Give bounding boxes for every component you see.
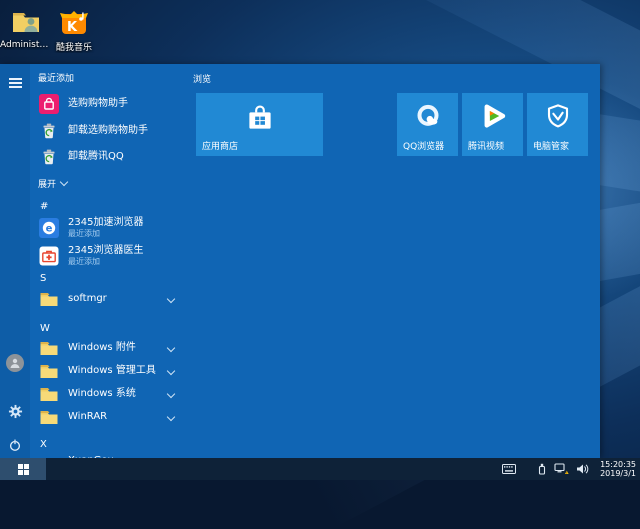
app-list-item[interactable]: Windows 系统 <box>30 382 188 405</box>
start-menu-rail <box>0 64 30 458</box>
desktop-icon-label: Administra... <box>0 40 52 50</box>
network-warning-icon[interactable] <box>554 458 569 480</box>
uninstall-icon <box>38 146 60 168</box>
shopping-bag-icon <box>38 93 60 115</box>
chevron-down-icon[interactable] <box>166 412 176 421</box>
tiles-area: 浏览 应用商店 QQ浏览器 腾讯视频 电脑管家 <box>188 64 600 458</box>
folder-icon <box>38 360 60 382</box>
kuwo-music-icon: K <box>58 6 90 38</box>
tile-group-title[interactable]: 浏览 <box>193 72 211 85</box>
chevron-down-icon[interactable] <box>166 343 176 352</box>
pc-manager-icon <box>527 101 588 131</box>
clock-date: 2019/3/1 <box>600 469 636 478</box>
tile-pc-manager[interactable]: 电脑管家 <box>527 93 588 156</box>
usb-device-icon[interactable] <box>537 458 547 480</box>
desktop-icon-administrator[interactable]: Administra... <box>0 6 52 50</box>
user-account-button[interactable] <box>0 350 30 376</box>
chevron-down-icon[interactable] <box>166 294 176 304</box>
avatar <box>6 354 24 372</box>
app-list-item[interactable]: 2345浏览器医生 最近添加 <box>30 242 188 270</box>
chevron-down-icon[interactable] <box>166 389 176 398</box>
section-letter-header[interactable]: S <box>30 272 188 286</box>
windows-logo-icon <box>17 463 29 475</box>
app-item-label: WinRAR <box>68 410 108 422</box>
tile-label: 腾讯视频 <box>468 142 505 152</box>
uninstall-icon <box>38 120 60 142</box>
folder-icon <box>38 288 60 310</box>
app-list-item[interactable]: 卸载选购购物助手 <box>30 117 188 144</box>
app-item-label: 卸载选购购物助手 <box>68 124 148 136</box>
taskbar-clock[interactable]: 15:20:35 2019/3/1 <box>596 460 636 478</box>
app-item-label: 2345浏览器医生 <box>68 245 144 256</box>
app-list-item[interactable]: Windows 管理工具 <box>30 359 188 382</box>
app-list: 最近添加 选购购物助手卸载选购购物助手 卸载腾讯QQ 展开 # e 2345加速浏览器… <box>30 64 188 480</box>
taskbar: 15:20:35 2019/3/1 <box>0 458 640 480</box>
chevron-down-icon[interactable] <box>166 366 176 375</box>
volume-icon[interactable] <box>576 458 589 480</box>
chevron-down-icon <box>59 177 69 187</box>
app-list-item[interactable]: 卸载腾讯QQ <box>30 144 188 170</box>
tile-store[interactable]: 应用商店 <box>196 93 323 156</box>
svg-text:e: e <box>46 224 53 235</box>
tile-qq-browser[interactable]: QQ浏览器 <box>397 93 458 156</box>
tencent-video-icon <box>462 101 523 131</box>
tile-label: QQ浏览器 <box>403 142 445 152</box>
system-tray: 15:20:35 2019/3/1 <box>502 458 640 480</box>
app-item-label: Windows 系统 <box>68 387 136 399</box>
touch-keyboard-icon[interactable] <box>502 458 517 480</box>
tile-label: 电脑管家 <box>533 142 570 152</box>
app-list-item[interactable]: softmgr <box>30 286 188 312</box>
qq-browser-icon <box>397 101 458 131</box>
app-item-label: 选购购物助手 <box>68 97 128 109</box>
app-item-label: softmgr <box>68 293 107 304</box>
expand-label: 展开 <box>38 179 57 190</box>
tile-tencent-video[interactable]: 腾讯视频 <box>462 93 523 156</box>
app-list-item[interactable]: WinRAR <box>30 405 188 428</box>
svg-text:K: K <box>67 20 78 35</box>
app-list-item[interactable]: e 2345加速浏览器 最近添加 <box>30 214 188 242</box>
app-list-item[interactable]: Windows 附件 <box>30 336 188 359</box>
clock-time: 15:20:35 <box>600 460 636 469</box>
tile-label: 应用商店 <box>202 142 239 152</box>
section-letter-header[interactable]: W <box>30 322 188 336</box>
recent-added-header: 最近添加 <box>38 74 75 84</box>
app-item-label: Windows 附件 <box>68 341 136 353</box>
app-item-sublabel: 最近添加 <box>68 229 100 238</box>
folder-icon <box>38 383 60 405</box>
app-list-item[interactable]: 选购购物助手 <box>30 90 188 117</box>
expand-button[interactable]: 展开 <box>30 174 188 192</box>
app-item-label: 2345加速浏览器 <box>68 217 144 228</box>
power-button-icon[interactable] <box>0 432 30 458</box>
store-icon <box>196 101 323 135</box>
app-item-sublabel: 最近添加 <box>68 257 100 266</box>
desktop-icon-kuwo-music[interactable]: K 酷我音乐 <box>48 6 100 53</box>
medkit-icon <box>38 245 60 267</box>
section-letter-header[interactable]: # <box>30 200 188 214</box>
browser-2345-icon: e <box>38 217 60 239</box>
start-button[interactable] <box>0 458 46 480</box>
folder-icon <box>38 406 60 428</box>
app-item-label: Windows 管理工具 <box>68 364 156 376</box>
settings-gear-icon[interactable] <box>0 398 30 424</box>
app-item-label: 卸载腾讯QQ <box>68 151 124 162</box>
section-letter-header[interactable]: X <box>30 438 188 452</box>
user-folder-icon <box>10 6 42 38</box>
start-menu: 最近添加 选购购物助手卸载选购购物助手 卸载腾讯QQ 展开 # e 2345加速浏览器… <box>0 64 600 476</box>
menu-hamburger-icon[interactable] <box>0 70 30 96</box>
folder-icon <box>38 337 60 359</box>
desktop-icon-label: 酷我音乐 <box>55 43 92 53</box>
